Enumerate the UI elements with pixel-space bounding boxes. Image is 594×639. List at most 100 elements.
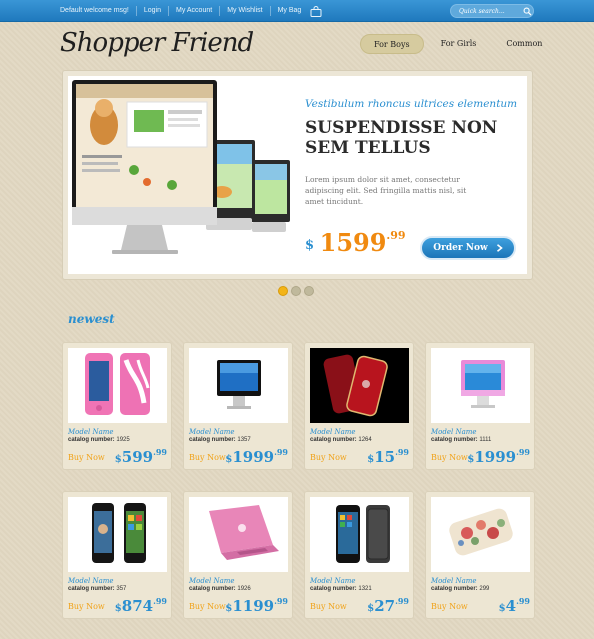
product-card: Model Name catalog number: 1111 Buy Now … (425, 342, 535, 470)
price-cents: .99 (274, 596, 288, 606)
search-icon[interactable] (523, 7, 532, 16)
nav-for-boys[interactable]: For Boys (360, 34, 424, 54)
main-nav: For Boys For Girls Common (360, 34, 559, 54)
product-price: $1199.99 (225, 596, 288, 615)
hero-slide: Vestibulum rhoncus ultrices elementum SU… (68, 76, 527, 274)
product-card: Model Name catalog number: 1357 Buy Now … (183, 342, 293, 470)
price-cents: .99 (516, 596, 530, 606)
section-title-newest: newest (68, 312, 115, 326)
product-image[interactable] (68, 497, 167, 572)
catalog-number: catalog number: 1925 (68, 437, 130, 443)
catalog-value: 1925 (116, 437, 130, 443)
catalog-number: catalog number: 1111 (431, 437, 491, 443)
product-price: $15.99 (367, 447, 409, 466)
catalog-number: catalog number: 299 (431, 586, 489, 592)
product-price: $1999.99 (225, 447, 288, 466)
buy-now-link[interactable]: Buy Now (189, 602, 226, 611)
top-links: Default welcome msg! Login My Account My… (60, 0, 322, 22)
price-cents: .99 (516, 447, 530, 457)
product-name[interactable]: Model Name (431, 428, 477, 436)
slider-dot-3[interactable] (304, 286, 314, 296)
product-name[interactable]: Model Name (189, 428, 235, 436)
buy-now-link[interactable]: Buy Now (68, 453, 105, 462)
product-price: $27.99 (367, 596, 409, 615)
product-image[interactable] (310, 348, 409, 423)
catalog-label: catalog number: (431, 437, 478, 443)
price-cents: .99 (395, 596, 409, 606)
product-price: $1999.99 (467, 447, 530, 466)
chevron-right-icon (496, 244, 503, 252)
product-price: $4.99 (499, 596, 530, 615)
buy-now-link[interactable]: Buy Now (68, 602, 105, 611)
login-link[interactable]: Login (137, 6, 169, 16)
catalog-number: catalog number: 1321 (310, 586, 372, 592)
price-main: 1199 (232, 597, 275, 615)
slide-price: $ 1599.99 (305, 228, 406, 257)
price-main: 599 (121, 448, 154, 466)
buy-now-link[interactable]: Buy Now (431, 602, 468, 611)
product-name[interactable]: Model Name (68, 577, 114, 585)
product-card: Model Name catalog number: 1925 Buy Now … (62, 342, 172, 470)
catalog-number: catalog number: 1926 (189, 586, 251, 592)
price-cents: .99 (153, 447, 167, 457)
black-imac-image (217, 360, 261, 409)
price-cents: .99 (395, 447, 409, 457)
slide-title: SUSPENDISSE NON SEM TELLUS (305, 118, 498, 158)
red-iphones-image (310, 348, 409, 423)
product-price: $874.99 (115, 596, 167, 615)
nav-common[interactable]: Common (493, 34, 555, 54)
slide-price-currency: $ (305, 238, 315, 253)
bag-icon[interactable] (310, 5, 322, 17)
product-price: $599.99 (115, 447, 167, 466)
my-wishlist-link[interactable]: My Wishlist (220, 6, 271, 16)
product-image[interactable] (431, 497, 530, 572)
site-logo[interactable]: Shopper Friend (60, 28, 254, 58)
nav-for-girls[interactable]: For Girls (428, 34, 490, 54)
catalog-number: catalog number: 1264 (310, 437, 372, 443)
buy-now-link[interactable]: Buy Now (310, 602, 347, 611)
product-card: Model Name catalog number: 1926 Buy Now … (183, 491, 293, 619)
catalog-value: 299 (479, 586, 490, 592)
price-currency: $ (114, 454, 122, 465)
my-bag-link[interactable]: My Bag (271, 6, 309, 16)
price-cents: .99 (274, 447, 288, 457)
product-card: Model Name catalog number: 299 Buy Now $… (425, 491, 535, 619)
price-main: 874 (121, 597, 154, 615)
product-card: Model Name catalog number: 1321 Buy Now … (304, 491, 414, 619)
price-main: 15 (374, 448, 396, 466)
product-name[interactable]: Model Name (189, 577, 235, 585)
catalog-number: catalog number: 1357 (189, 437, 251, 443)
price-currency: $ (498, 603, 506, 614)
catalog-value: 1926 (237, 586, 251, 592)
order-now-button[interactable]: Order Now (420, 236, 516, 260)
product-name[interactable]: Model Name (68, 428, 114, 436)
product-card: Model Name catalog number: 1264 Buy Now … (304, 342, 414, 470)
slider-dots (278, 286, 314, 296)
floral-case-image (449, 508, 513, 556)
slider-dot-1[interactable] (278, 286, 288, 296)
product-name[interactable]: Model Name (431, 577, 477, 585)
search-box[interactable] (450, 4, 534, 18)
product-name[interactable]: Model Name (310, 577, 356, 585)
welcome-link[interactable]: Default welcome msg! (60, 6, 137, 16)
price-main: 1999 (232, 448, 275, 466)
slider-dot-2[interactable] (291, 286, 301, 296)
order-now-label: Order Now (433, 243, 488, 253)
my-account-link[interactable]: My Account (169, 6, 221, 16)
price-main: 1999 (474, 448, 517, 466)
buy-now-link[interactable]: Buy Now (310, 453, 347, 462)
catalog-value: 1111 (479, 437, 492, 443)
price-currency: $ (114, 603, 122, 614)
catalog-label: catalog number: (189, 437, 236, 443)
product-image[interactable] (189, 348, 288, 423)
product-image[interactable] (310, 497, 409, 572)
search-input[interactable] (459, 7, 521, 15)
catalog-label: catalog number: (310, 437, 357, 443)
product-image[interactable] (189, 497, 288, 572)
buy-now-link[interactable]: Buy Now (431, 453, 468, 462)
product-name[interactable]: Model Name (310, 428, 356, 436)
price-main: 27 (374, 597, 396, 615)
product-image[interactable] (68, 348, 167, 423)
buy-now-link[interactable]: Buy Now (189, 453, 226, 462)
product-image[interactable] (431, 348, 530, 423)
